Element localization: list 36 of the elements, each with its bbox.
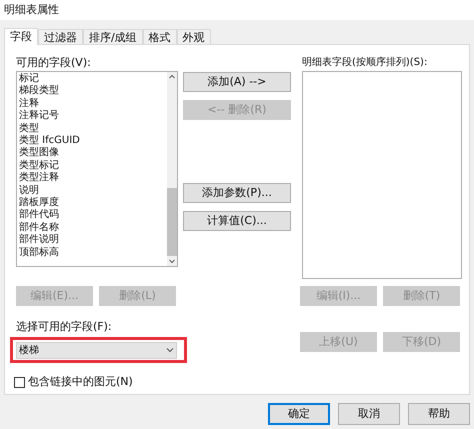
list-item[interactable]: 类型注释 — [19, 172, 167, 185]
list-item[interactable]: 类型标记 — [19, 160, 167, 172]
dialog-button[interactable]: 添加参数(P)... — [183, 183, 291, 203]
window-title: 明细表属性 — [4, 2, 59, 18]
field-label: 明细表字段(按顺序排列)(S): — [302, 56, 428, 70]
list-item[interactable]: 踏板厚度 — [19, 197, 167, 210]
list-item[interactable]: 类型 IfcGUID — [19, 135, 167, 148]
list-item[interactable]: 标记 — [19, 73, 167, 86]
list-item[interactable]: 部件名称 — [19, 222, 167, 234]
dialog-button[interactable]: 添加(A) --> — [183, 72, 291, 92]
tab[interactable]: 格式 — [142, 29, 177, 44]
tab[interactable]: 字段 — [4, 28, 38, 45]
dialog-button[interactable]: 确定 — [268, 403, 330, 425]
list-item[interactable]: 类型 — [19, 122, 167, 136]
field-label: 可用的字段(V): — [16, 55, 92, 71]
dialog-button[interactable]: 帮助 — [408, 403, 470, 425]
tab[interactable]: 排序/成组 — [83, 29, 143, 44]
checkbox-label: 包含链接中的图元(N) — [28, 374, 133, 390]
scrollbar[interactable] — [167, 72, 177, 266]
list-item[interactable]: 注释记号 — [19, 110, 167, 123]
list-item[interactable]: 部件说明 — [19, 234, 167, 247]
field-dropdown[interactable]: 楼梯 — [16, 342, 177, 358]
field-label: 选择可用的字段(F): — [16, 319, 113, 335]
tab[interactable]: 过滤器 — [38, 29, 83, 44]
caret-icon — [166, 347, 174, 353]
dialog-button[interactable]: 计算值(C)... — [183, 211, 291, 231]
list-item[interactable]: 类型图像 — [19, 147, 167, 160]
checkbox[interactable] — [14, 376, 25, 388]
list-item[interactable]: 梯段类型 — [19, 85, 167, 98]
dialog-button[interactable]: 取消 — [338, 403, 400, 425]
list-item[interactable]: 部件代码 — [19, 209, 167, 222]
list-item[interactable]: 注释 — [19, 98, 167, 110]
list-item[interactable]: 说明 — [19, 184, 167, 198]
scroll-thumb[interactable] — [167, 188, 177, 256]
tab[interactable]: 外观 — [176, 29, 211, 44]
list-item[interactable]: 顶部标高 — [19, 246, 167, 260]
